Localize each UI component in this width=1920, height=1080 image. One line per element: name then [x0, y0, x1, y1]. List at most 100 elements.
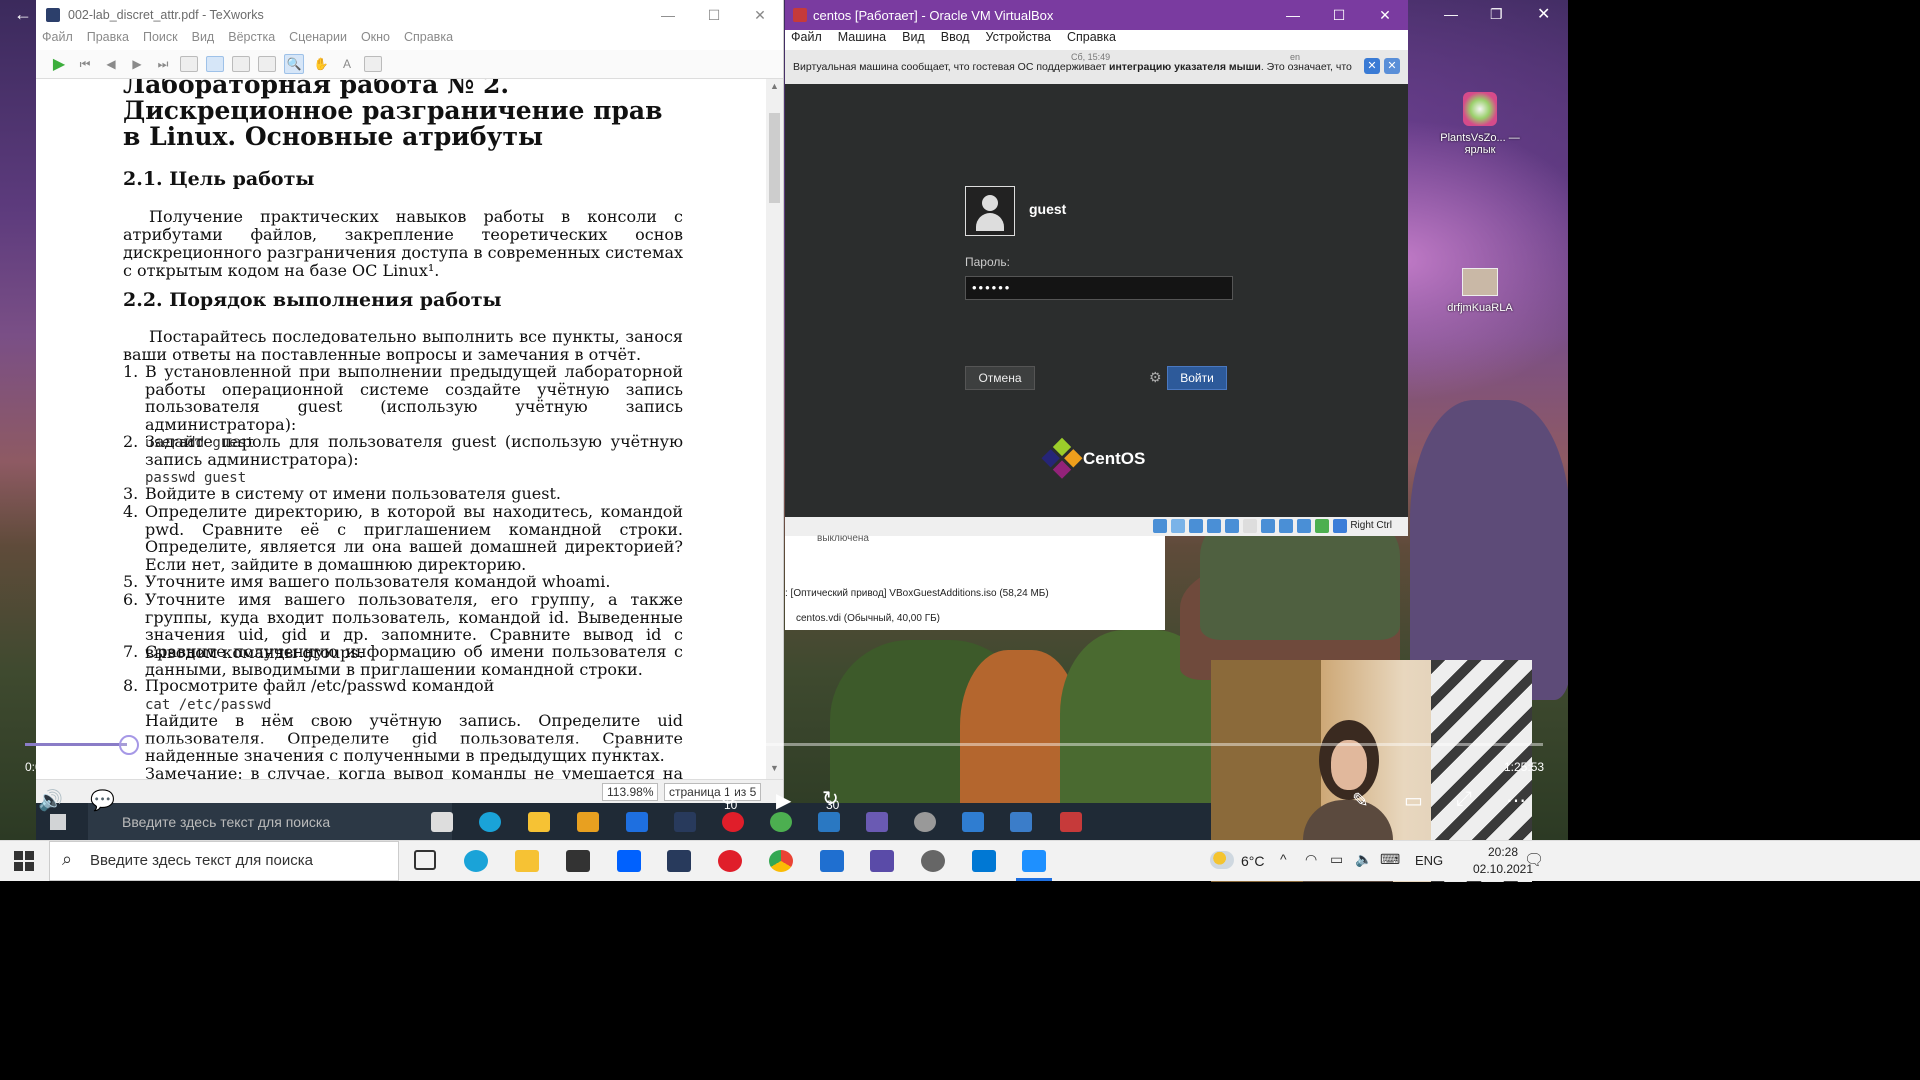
chevron-up-icon[interactable]: ^: [1280, 851, 1287, 867]
weather-icon[interactable]: [1210, 851, 1234, 869]
menu-help[interactable]: Справка: [1067, 30, 1116, 50]
recording-icon[interactable]: [1279, 519, 1293, 533]
player-minimize-icon[interactable]: —: [1444, 6, 1458, 22]
password-input[interactable]: ••••••: [965, 276, 1233, 300]
menu-machine[interactable]: Машина: [838, 30, 886, 50]
scroll-up-icon[interactable]: ▲: [766, 81, 783, 97]
edge-icon[interactable]: [464, 850, 488, 872]
opera-icon[interactable]: [718, 850, 742, 872]
task-view-icon[interactable]: [414, 850, 436, 870]
pdf-document-view[interactable]: Лабораторная работа № 2. Дискреционное р…: [36, 79, 766, 779]
timeline-knob[interactable]: [119, 735, 139, 755]
more-options-icon[interactable]: ⋯: [1506, 788, 1526, 813]
optical-drive-icon[interactable]: [1171, 519, 1185, 533]
cpu-icon[interactable]: [1297, 519, 1311, 533]
back-arrow-icon[interactable]: ←: [14, 4, 32, 25]
texworks-titlebar[interactable]: 002-lab_discret_attr.pdf - TeXworks — ☐ …: [36, 0, 783, 30]
menu-view[interactable]: Вид: [192, 30, 215, 50]
chrome-icon[interactable]: [769, 850, 793, 872]
text-select-icon[interactable]: A: [338, 55, 356, 73]
texworks-icon[interactable]: [870, 850, 894, 872]
network-icon[interactable]: [1207, 519, 1221, 533]
menu-devices[interactable]: Устройства: [986, 30, 1051, 50]
maximize-icon[interactable]: ☐: [691, 7, 737, 24]
fullscreen-icon[interactable]: ⤢: [1456, 788, 1472, 811]
taskbar-search-input[interactable]: Введите здесь текст для поиска: [49, 841, 399, 881]
typeset-play-icon[interactable]: ▶: [50, 55, 68, 73]
minimize-icon[interactable]: —: [645, 7, 691, 24]
usb-icon[interactable]: [1225, 519, 1239, 533]
last-page-icon[interactable]: ⏭: [154, 55, 172, 73]
cancel-button[interactable]: Отмена: [965, 366, 1035, 390]
notifications-icon[interactable]: 🗨: [1524, 850, 1544, 870]
video-player-icon[interactable]: [1022, 850, 1046, 872]
menu-scripts[interactable]: Сценарии: [289, 30, 347, 50]
scrollbar-thumb[interactable]: [769, 113, 780, 203]
menu-typeset[interactable]: Вёрстка: [228, 30, 275, 50]
close-icon[interactable]: ✕: [737, 7, 783, 24]
play-icon[interactable]: ▶: [776, 788, 791, 813]
mini-player-icon[interactable]: ▭: [1404, 788, 1423, 813]
menu-file[interactable]: Файл: [42, 30, 73, 50]
settings-icon[interactable]: [921, 850, 945, 872]
close-icon[interactable]: ✕: [1362, 7, 1408, 24]
display-icon[interactable]: [1261, 519, 1275, 533]
player-restore-icon[interactable]: ❐: [1490, 6, 1503, 23]
menu-view[interactable]: Вид: [902, 30, 925, 50]
player-close-icon[interactable]: ✕: [1537, 4, 1550, 24]
user-avatar[interactable]: [965, 186, 1015, 236]
vscode-icon[interactable]: [972, 850, 996, 872]
notice-close-icon[interactable]: ✕: [1384, 58, 1400, 74]
page-view-icon[interactable]: [180, 56, 198, 72]
mail-icon[interactable]: [820, 850, 844, 872]
volume-icon[interactable]: 🔊: [38, 788, 63, 813]
keyboard-icon[interactable]: [1333, 519, 1347, 533]
prev-page-icon[interactable]: ◀: [102, 55, 120, 73]
subtitles-icon[interactable]: 💬: [90, 788, 115, 813]
desktop-file-drfjm[interactable]: drfjmKuaRLA: [1440, 268, 1520, 314]
dropbox-icon[interactable]: [617, 850, 641, 872]
menu-edit[interactable]: Правка: [87, 30, 129, 50]
menu-help[interactable]: Справка: [404, 30, 453, 50]
menu-file[interactable]: Файл: [791, 30, 822, 50]
gear-icon[interactable]: ⚙: [1149, 369, 1162, 386]
maximize-icon[interactable]: ☐: [1316, 7, 1362, 24]
first-page-icon[interactable]: ⏮: [76, 55, 94, 73]
split-view-icon[interactable]: [364, 56, 382, 72]
wifi-icon[interactable]: ◠: [1305, 851, 1317, 868]
hdd-icon[interactable]: [1153, 519, 1167, 533]
minimize-icon[interactable]: —: [1270, 7, 1316, 24]
video-timeline[interactable]: [25, 735, 1543, 755]
hand-tool-icon[interactable]: ✋: [312, 55, 330, 73]
menu-window[interactable]: Окно: [361, 30, 390, 50]
windows-start-icon[interactable]: [14, 851, 34, 871]
fit-page-icon[interactable]: [232, 56, 250, 72]
file-explorer-icon[interactable]: [515, 850, 539, 872]
input-language[interactable]: ENG: [1415, 853, 1443, 868]
menu-input[interactable]: Ввод: [941, 30, 970, 50]
speaker-icon[interactable]: 🔈: [1355, 851, 1372, 868]
zoom-level[interactable]: 113.98%: [602, 783, 659, 801]
terminal-icon[interactable]: [667, 850, 691, 872]
notice-info-icon[interactable]: ✕: [1364, 58, 1380, 74]
shared-folders-icon[interactable]: [1243, 519, 1257, 533]
vertical-scrollbar[interactable]: ▲ ▼: [766, 79, 783, 779]
next-page-icon[interactable]: ▶: [128, 55, 146, 73]
weather-temperature[interactable]: 6°C: [1241, 853, 1265, 869]
virtualbox-titlebar[interactable]: centos [Работает] - Oracle VM VirtualBox…: [785, 0, 1408, 30]
store-icon[interactable]: [566, 850, 590, 872]
scroll-down-icon[interactable]: ▼: [766, 763, 783, 779]
desktop-shortcut-plants[interactable]: PlantsVsZo... — ярлык: [1440, 92, 1520, 156]
signin-button[interactable]: Войти: [1167, 366, 1227, 390]
mouse-integration-icon[interactable]: [1315, 519, 1329, 533]
battery-icon[interactable]: ▭: [1330, 851, 1343, 868]
edit-pen-icon[interactable]: ✎: [1352, 788, 1369, 813]
page-indicator[interactable]: страница 1 из 5: [664, 783, 762, 801]
fit-width-icon[interactable]: [206, 56, 224, 72]
magnify-icon[interactable]: 🔍: [284, 54, 304, 74]
guest-display[interactable]: guest Пароль: •••••• Отмена ⚙ Войти Cent…: [785, 86, 1408, 517]
keyboard-icon[interactable]: ⌨: [1380, 851, 1400, 868]
menu-search[interactable]: Поиск: [143, 30, 178, 50]
continuous-icon[interactable]: [258, 56, 276, 72]
audio-icon[interactable]: [1189, 519, 1203, 533]
